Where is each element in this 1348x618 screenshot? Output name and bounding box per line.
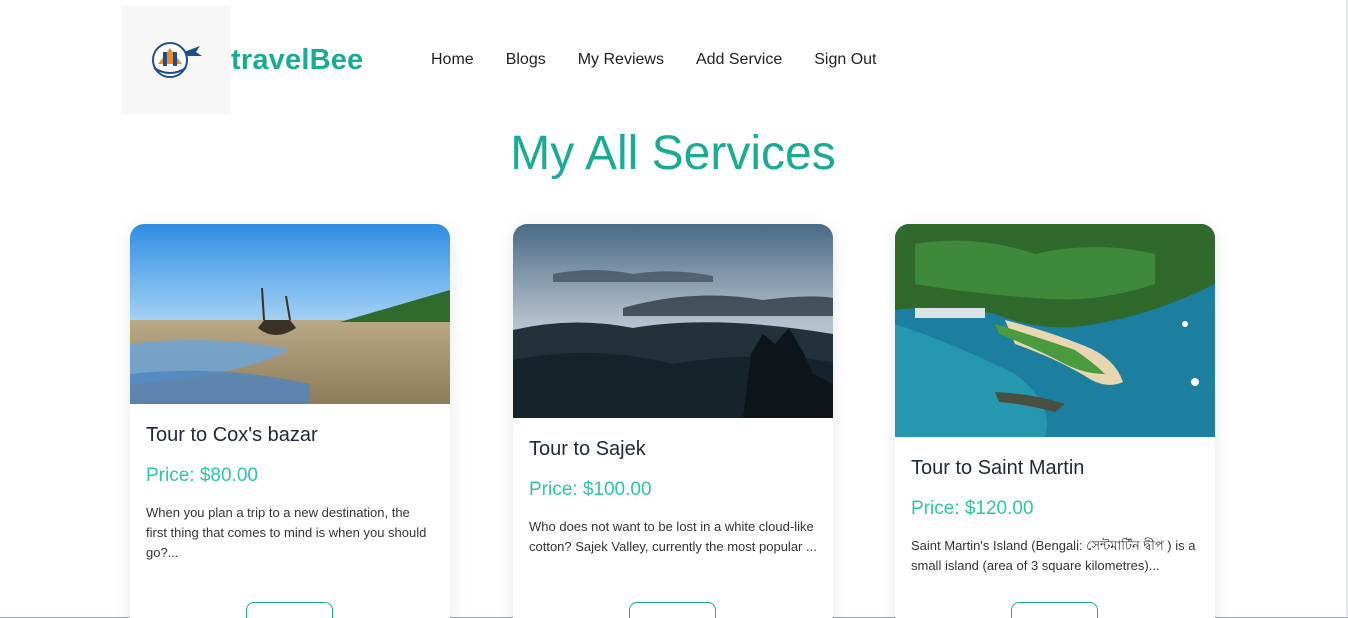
misty-hills-image [513,224,833,418]
logo[interactable] [121,6,231,114]
nav-blogs[interactable]: Blogs [506,51,546,69]
service-description: When you plan a trip to a new destinatio… [146,505,427,560]
nav-my-reviews[interactable]: My Reviews [578,51,664,69]
service-description: Saint Martin's Island (Bengali: সেন্টমার… [911,538,1196,573]
service-card: Tour to Cox's bazar Price: $80.00 When y… [130,224,450,618]
service-title: Tour to Saint Martin [911,457,1085,479]
view-details-button[interactable] [1011,602,1098,618]
view-details-button[interactable] [246,602,333,618]
beach-boat-image [130,224,450,404]
service-title: Tour to Cox's bazar [146,424,318,446]
view-details-button[interactable] [629,602,716,618]
travel-logo-icon [152,42,202,78]
service-price: Price: $100.00 [529,479,652,500]
page-title: My All Services [510,127,836,180]
service-price: Price: $80.00 [146,465,258,486]
service-title: Tour to Sajek [529,438,646,460]
nav-add-service[interactable]: Add Service [696,51,782,69]
brand-name[interactable]: travelBee [231,44,363,77]
nav-menu: Home Blogs My Reviews Add Service Sign O… [431,6,908,114]
service-price: Price: $120.00 [911,498,1034,519]
service-card: Tour to Sajek Price: $100.00 Who does no… [513,224,833,618]
nav-home[interactable]: Home [431,51,474,69]
service-description: Who does not want to be lost in a white … [529,519,817,554]
navbar: travelBee Home Blogs My Reviews Add Serv… [121,6,921,114]
island-aerial-image [895,224,1215,437]
service-card: Tour to Saint Martin Price: $120.00 Sain… [895,224,1215,618]
nav-sign-out[interactable]: Sign Out [814,51,876,69]
